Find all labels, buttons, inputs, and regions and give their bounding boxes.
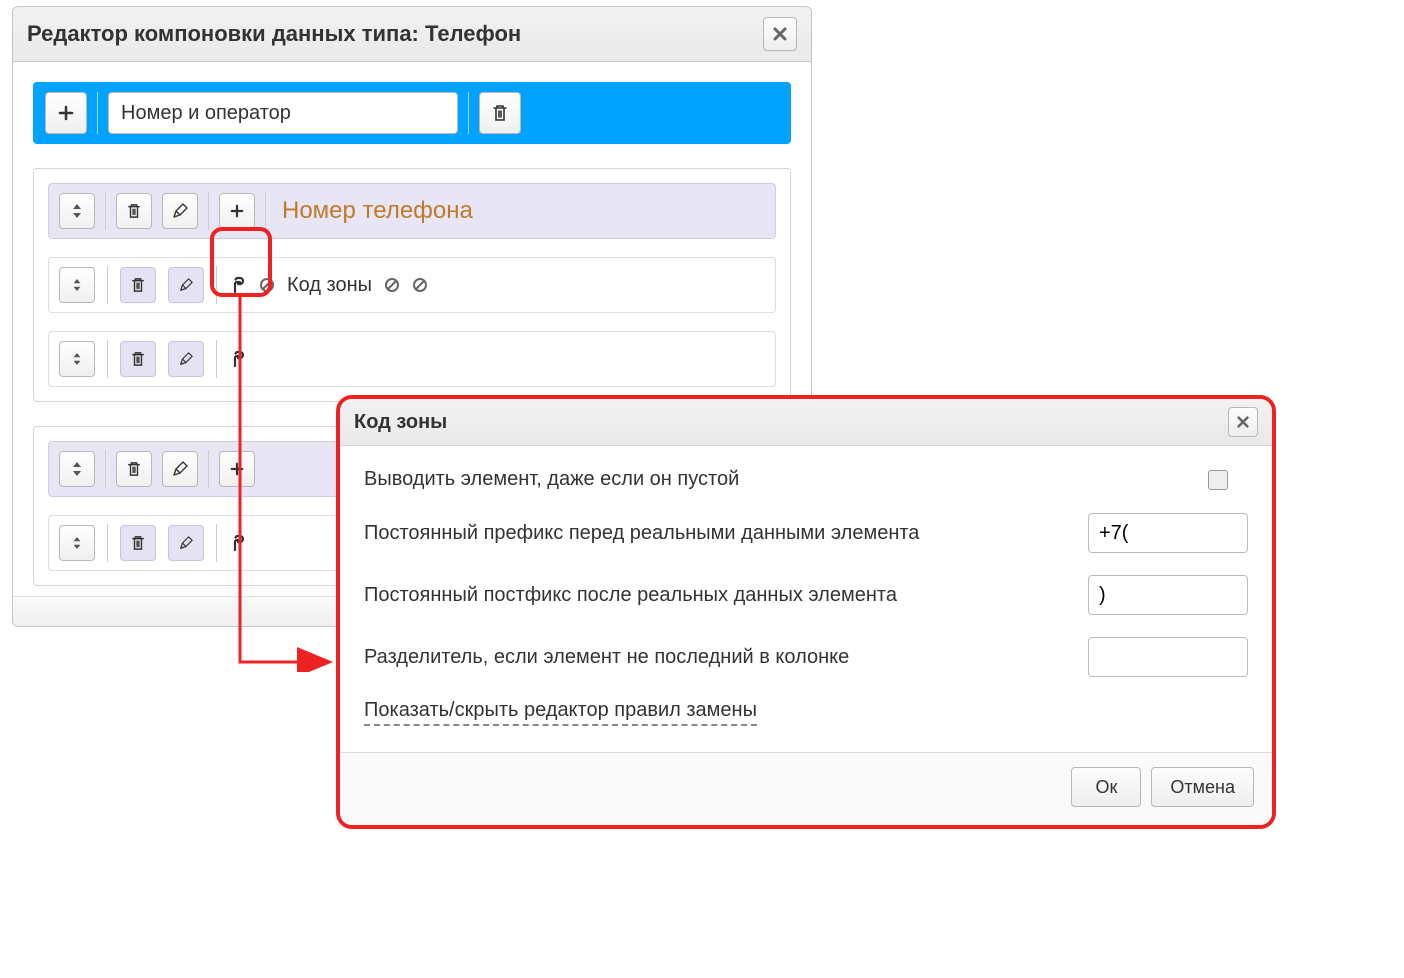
separator-input[interactable] bbox=[1088, 637, 1248, 677]
reorder-handle[interactable] bbox=[59, 341, 95, 377]
pencil-icon bbox=[179, 536, 193, 550]
delete-section-button[interactable] bbox=[479, 92, 521, 134]
cancel-button[interactable]: Отмена bbox=[1151, 767, 1254, 807]
separator-label: Разделитель, если элемент не последний в… bbox=[364, 646, 1068, 669]
section-name-input[interactable] bbox=[108, 92, 458, 134]
divider bbox=[107, 524, 108, 562]
prefix-label: Постоянный префикс перед реальными данны… bbox=[364, 522, 1068, 545]
sort-icon bbox=[71, 535, 83, 551]
close-icon bbox=[1236, 415, 1250, 429]
link-icon bbox=[229, 534, 247, 552]
delete-field-button[interactable] bbox=[120, 267, 156, 303]
postfix-label: Постоянный постфикс после реальных данны… bbox=[364, 584, 1068, 607]
editor-title: Редактор компоновки данных типа: Телефон bbox=[27, 21, 521, 47]
section-bar bbox=[33, 82, 791, 144]
trash-icon bbox=[127, 203, 141, 219]
delete-field-button[interactable] bbox=[120, 525, 156, 561]
postfix-input[interactable] bbox=[1088, 575, 1248, 615]
form-row-prefix: Постоянный префикс перед реальными данны… bbox=[364, 513, 1248, 553]
edit-field-button[interactable] bbox=[168, 267, 204, 303]
plus-icon bbox=[230, 462, 244, 476]
dialog-body: Выводить элемент, даже если он пустой По… bbox=[340, 446, 1272, 752]
reorder-handle[interactable] bbox=[59, 193, 95, 229]
trash-icon bbox=[131, 351, 145, 367]
edit-field-button[interactable] bbox=[168, 341, 204, 377]
pencil-icon bbox=[172, 203, 188, 219]
sort-icon bbox=[71, 351, 83, 367]
field-row bbox=[48, 331, 776, 387]
divider bbox=[107, 340, 108, 378]
close-icon bbox=[772, 26, 788, 42]
dialog-title: Код зоны bbox=[354, 411, 447, 434]
form-row-separator: Разделитель, если элемент не последний в… bbox=[364, 637, 1248, 677]
sort-icon bbox=[70, 460, 84, 478]
divider bbox=[208, 192, 209, 230]
field-row-kod-zony: Код зоны bbox=[48, 257, 776, 313]
divider bbox=[105, 450, 106, 488]
reorder-handle[interactable] bbox=[59, 451, 95, 487]
editor-close-button[interactable] bbox=[763, 17, 797, 51]
show-if-empty-label: Выводить элемент, даже если он пустой bbox=[364, 468, 1188, 491]
dialog-close-button[interactable] bbox=[1228, 407, 1258, 437]
pencil-icon bbox=[179, 278, 193, 292]
trash-icon bbox=[131, 535, 145, 551]
add-section-button[interactable] bbox=[45, 92, 87, 134]
divider bbox=[97, 92, 98, 134]
dialog-footer: Ок Отмена bbox=[340, 752, 1272, 825]
reorder-handle[interactable] bbox=[59, 525, 95, 561]
divider bbox=[468, 92, 469, 134]
ok-button[interactable]: Ок bbox=[1071, 767, 1141, 807]
toggle-rules-link[interactable]: Показать/скрыть редактор правил замены bbox=[364, 699, 757, 726]
composite-row-header: Номер телефона bbox=[48, 183, 776, 239]
field-settings-dialog: Код зоны Выводить элемент, даже если он … bbox=[336, 395, 1276, 829]
reorder-handle[interactable] bbox=[59, 267, 95, 303]
edit-field-button[interactable] bbox=[168, 525, 204, 561]
link-icon bbox=[229, 276, 247, 294]
plus-icon bbox=[58, 105, 74, 121]
ban-icon bbox=[412, 277, 428, 293]
add-child-button[interactable] bbox=[219, 451, 255, 487]
ban-icon bbox=[259, 277, 275, 293]
trash-icon bbox=[131, 277, 145, 293]
divider bbox=[216, 340, 217, 378]
pencil-icon bbox=[179, 352, 193, 366]
form-row-postfix: Постоянный постфикс после реальных данны… bbox=[364, 575, 1248, 615]
dialog-header: Код зоны bbox=[340, 399, 1272, 446]
field-label: Код зоны bbox=[287, 274, 372, 297]
plus-icon bbox=[230, 204, 244, 218]
composite-label: Номер телефона bbox=[282, 197, 473, 225]
trash-icon bbox=[492, 104, 508, 122]
divider bbox=[216, 266, 217, 304]
edit-composite-button[interactable] bbox=[162, 193, 198, 229]
divider bbox=[265, 192, 266, 230]
toggle-rules-row: Показать/скрыть редактор правил замены bbox=[364, 699, 1248, 726]
sort-icon bbox=[70, 202, 84, 220]
add-child-button[interactable] bbox=[219, 193, 255, 229]
composite-panel-1: Номер телефона bbox=[33, 168, 791, 402]
sort-icon bbox=[71, 277, 83, 293]
pencil-icon bbox=[172, 461, 188, 477]
show-if-empty-checkbox[interactable] bbox=[1208, 470, 1228, 490]
divider bbox=[216, 524, 217, 562]
prefix-input[interactable] bbox=[1088, 513, 1248, 553]
editor-header: Редактор компоновки данных типа: Телефон bbox=[13, 7, 811, 62]
delete-composite-button[interactable] bbox=[116, 451, 152, 487]
delete-composite-button[interactable] bbox=[116, 193, 152, 229]
delete-field-button[interactable] bbox=[120, 341, 156, 377]
divider bbox=[208, 450, 209, 488]
link-icon bbox=[229, 350, 247, 368]
trash-icon bbox=[127, 461, 141, 477]
edit-composite-button[interactable] bbox=[162, 451, 198, 487]
ban-icon bbox=[384, 277, 400, 293]
form-row-show-if-empty: Выводить элемент, даже если он пустой bbox=[364, 468, 1248, 491]
divider bbox=[107, 266, 108, 304]
divider bbox=[105, 192, 106, 230]
